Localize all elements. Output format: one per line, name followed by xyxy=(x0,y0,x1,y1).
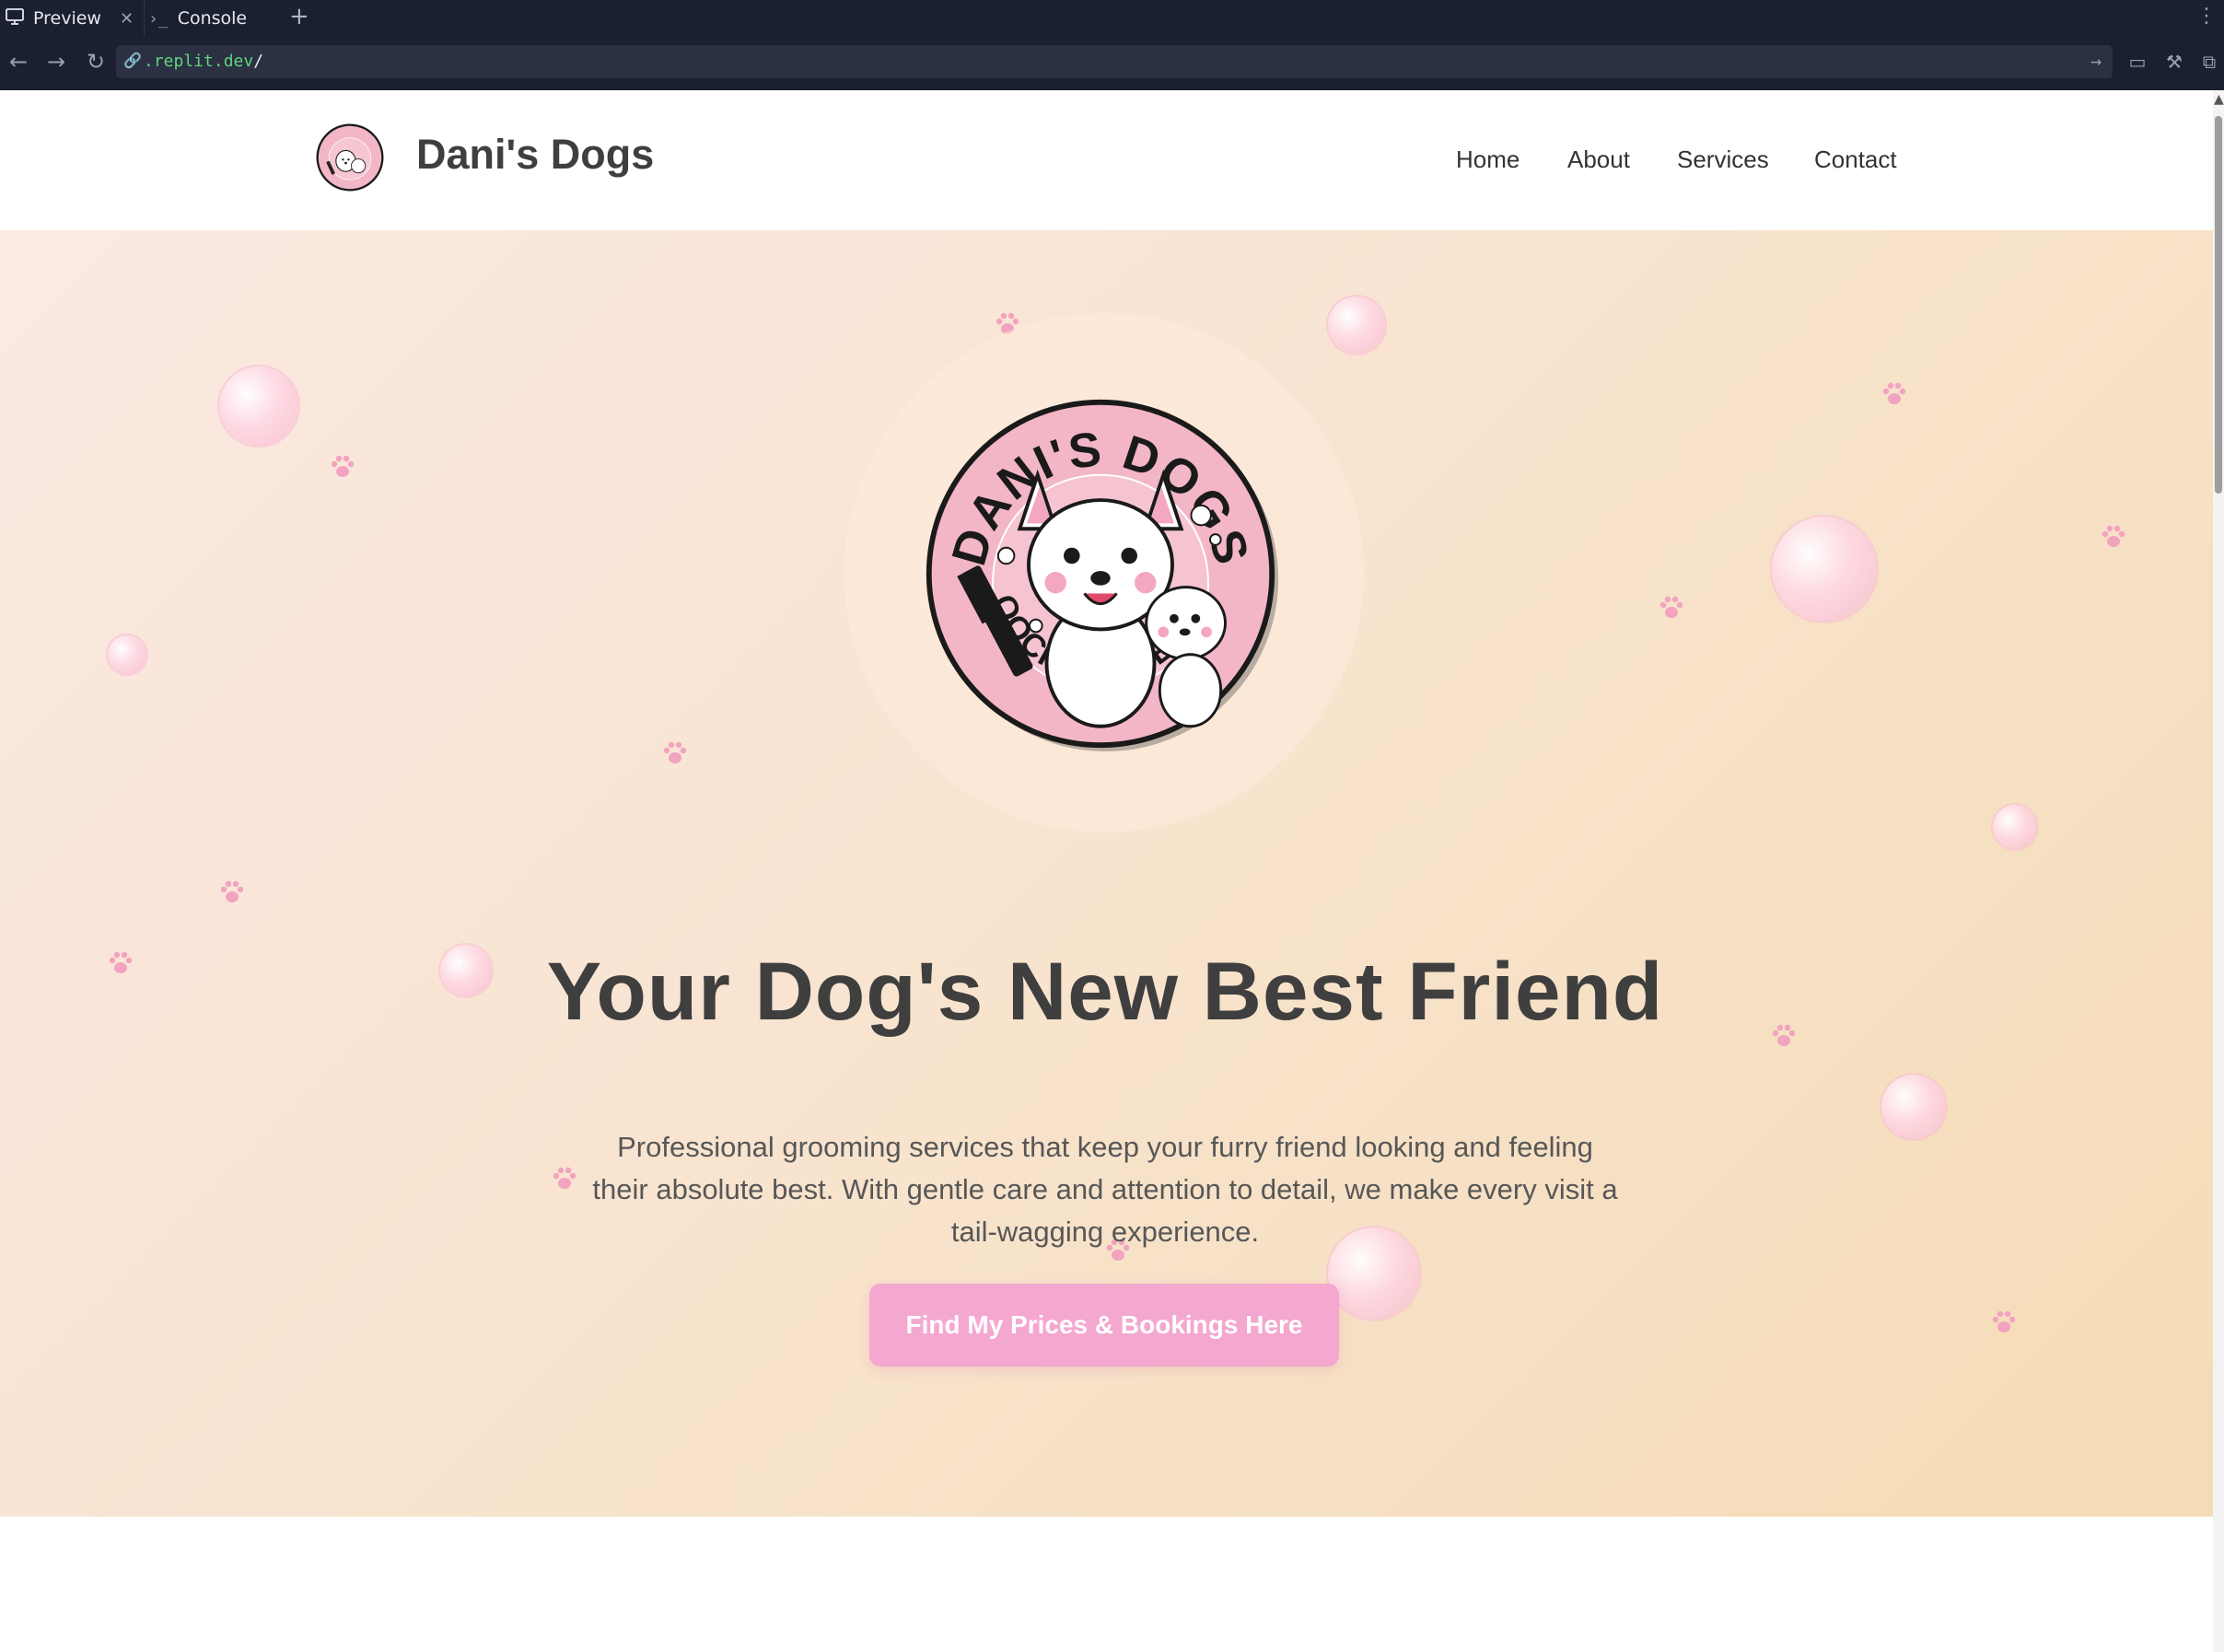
paw-icon xyxy=(553,1167,576,1189)
browser-tab-bar: Preview ✕ ›_ Console + ⋮ xyxy=(0,0,2224,37)
paw-icon xyxy=(1882,382,1906,404)
scroll-up-icon[interactable]: ▲ xyxy=(2214,92,2224,107)
prices-bookings-button[interactable]: Find My Prices & Bookings Here xyxy=(869,1284,1339,1367)
hero-section: DANI'S DOGS POOCH PAMPERING Your D xyxy=(0,230,2213,1517)
close-icon[interactable]: ✕ xyxy=(120,9,134,29)
address-bar-row: ← → ↻ 🔗 .replit.dev/ → ▭ ⚒ ⧉ xyxy=(0,37,2224,90)
paw-icon xyxy=(663,741,687,763)
nav-about[interactable]: About xyxy=(1567,145,1630,174)
site-header: Dani's Dogs Home About Services Contact xyxy=(0,90,2213,230)
terminal-icon: ›_ xyxy=(148,8,169,29)
bubble-decoration xyxy=(108,635,146,674)
tab-console[interactable]: ›_ Console xyxy=(144,0,277,37)
scroll-thumb[interactable] xyxy=(2215,116,2222,494)
bubble-decoration xyxy=(219,366,298,446)
hero-subtitle: Professional grooming services that keep… xyxy=(592,1131,1618,1248)
forward-icon[interactable]: → xyxy=(42,46,70,77)
more-options-icon[interactable]: ⋮ xyxy=(2196,5,2217,28)
paw-icon xyxy=(1772,1024,1796,1046)
url-text: .replit.dev/ xyxy=(144,52,264,71)
hero-title: Your Dog's New Best Friend xyxy=(546,944,1664,1037)
hero-logo-icon: DANI'S DOGS POOCH PAMPERING xyxy=(921,394,1279,752)
page-scrollbar[interactable]: ▲ xyxy=(2213,90,2224,1652)
bubble-decoration xyxy=(1881,1075,1946,1139)
paw-icon xyxy=(331,455,355,477)
nav-home[interactable]: Home xyxy=(1456,145,1520,174)
brand-name[interactable]: Dani's Dogs xyxy=(416,131,654,179)
brand-logo-icon[interactable] xyxy=(315,122,385,192)
bubble-decoration xyxy=(1993,805,2037,849)
paw-icon xyxy=(220,880,244,902)
paw-icon xyxy=(109,951,133,973)
next-section xyxy=(0,1517,2213,1652)
bubble-decoration xyxy=(1328,297,1385,354)
new-tab-icon[interactable]: + xyxy=(289,3,309,30)
tab-preview[interactable]: Preview ✕ xyxy=(6,0,140,37)
bubble-decoration xyxy=(1772,517,1877,622)
link-icon: 🔗 xyxy=(123,52,142,69)
tab-preview-label: Preview xyxy=(33,8,101,29)
tab-console-label: Console xyxy=(177,8,248,29)
device-icon[interactable]: ▭ xyxy=(2125,46,2150,77)
go-arrow-icon[interactable]: → xyxy=(2090,50,2102,72)
monitor-icon xyxy=(6,7,24,29)
nav-services[interactable]: Services xyxy=(1677,145,1769,174)
back-icon[interactable]: ← xyxy=(5,46,32,77)
paw-icon xyxy=(2102,525,2125,547)
url-input[interactable]: 🔗 .replit.dev/ → xyxy=(116,45,2113,78)
nav-contact[interactable]: Contact xyxy=(1814,145,1897,174)
open-external-icon[interactable]: ⧉ xyxy=(2196,46,2222,77)
reload-icon[interactable]: ↻ xyxy=(82,46,110,77)
paw-icon xyxy=(1992,1310,2016,1332)
paw-icon xyxy=(1659,596,1683,618)
wrench-icon[interactable]: ⚒ xyxy=(2161,46,2187,77)
